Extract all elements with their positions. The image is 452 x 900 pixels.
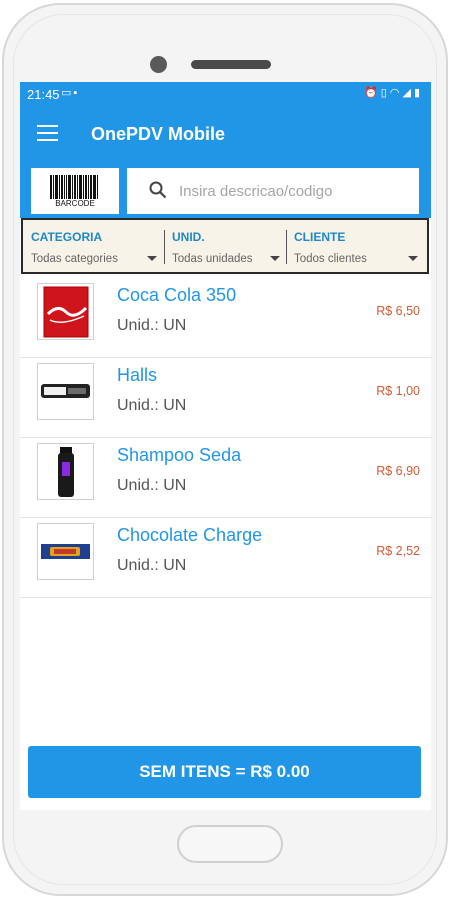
notification-icons: ▭▪: [61, 86, 79, 99]
status-bar: 21:45 ▭▪ ⏰▯◠◢▮: [20, 82, 431, 108]
home-button[interactable]: [177, 825, 283, 863]
coca-cola-can-icon: [37, 283, 94, 340]
signal-icon: ◢: [402, 87, 414, 99]
app-bar: OnePDV Mobile: [20, 108, 431, 164]
filter-unit-value: Todas unidades: [172, 253, 253, 265]
vibrate-icon: ▯: [380, 87, 390, 99]
halls-pack-icon: [37, 363, 94, 420]
product-unit: Unid.: UN: [117, 317, 187, 334]
filter-unit[interactable]: UNID. Todas unidades: [164, 220, 286, 272]
laptop-icon: ▭: [61, 87, 74, 99]
filter-category[interactable]: CATEGORIA Todas categories: [23, 220, 163, 272]
system-icons: ⏰▯◠◢▮: [364, 86, 423, 99]
filter-client[interactable]: CLIENTE Todos clientes: [286, 220, 427, 272]
product-row-halls[interactable]: Halls Unid.: UN R$ 1,00: [20, 358, 431, 438]
status-time: 21:45: [27, 87, 60, 102]
search-input[interactable]: [179, 179, 411, 203]
chevron-down-icon: [270, 256, 280, 261]
product-unit: Unid.: UN: [117, 557, 187, 574]
app-screen: 21:45 ▭▪ ⏰▯◠◢▮ OnePDV Mobile BARCODE Ins…: [20, 82, 431, 810]
filter-category-label: CATEGORIA: [31, 230, 103, 244]
barcode-label: BARCODE: [55, 199, 95, 208]
cart-total-button[interactable]: SEM ITENS = R$ 0.00: [28, 746, 421, 798]
product-unit: Unid.: UN: [117, 477, 187, 494]
chevron-down-icon: [147, 256, 157, 261]
app-title: OnePDV Mobile: [91, 124, 226, 144]
chevron-down-icon: [408, 256, 418, 261]
product-row-chocolate[interactable]: Chocolate Charge Unid.: UN R$ 2,52: [20, 518, 431, 598]
product-list: Coca Cola 350 Unid.: UN R$ 6,50 Halls Un…: [20, 278, 431, 598]
filters-bar: CATEGORIA Todas categories UNID. Todas u…: [21, 218, 429, 274]
product-price: R$ 6,50: [376, 304, 420, 318]
product-name: Halls: [117, 365, 158, 385]
filter-client-value: Todos clientes: [294, 253, 367, 265]
product-name: Chocolate Charge: [117, 525, 263, 545]
shampoo-bottle-icon: [37, 443, 94, 500]
product-price: R$ 2,52: [376, 544, 420, 558]
product-name: Coca Cola 350: [117, 285, 237, 305]
product-unit: Unid.: UN: [117, 397, 187, 414]
chocolate-bar-icon: [37, 523, 94, 580]
hamburger-menu-icon[interactable]: [37, 125, 58, 141]
search-icon: [149, 181, 167, 199]
barcode-scan-button[interactable]: BARCODE: [31, 168, 119, 214]
product-row-shampoo[interactable]: Shampoo Seda Unid.: UN R$ 6,90: [20, 438, 431, 518]
sim-icon: ▪: [73, 87, 80, 99]
filter-category-value: Todas categories: [31, 253, 118, 265]
barcode-icon: [50, 175, 100, 199]
wifi-icon: ◠: [389, 87, 403, 99]
alarm-icon: ⏰: [364, 87, 381, 99]
product-price: R$ 1,00: [376, 384, 420, 398]
filter-unit-label: UNID.: [172, 230, 205, 244]
earpiece-speaker: [191, 60, 271, 69]
battery-icon: ▮: [413, 87, 423, 99]
front-camera: [150, 56, 167, 73]
product-row-coca-cola[interactable]: Coca Cola 350 Unid.: UN R$ 6,50: [20, 278, 431, 358]
product-name: Shampoo Seda: [117, 445, 242, 465]
search-row: BARCODE: [20, 164, 431, 218]
product-price: R$ 6,90: [376, 464, 420, 478]
search-box[interactable]: [127, 168, 419, 214]
filter-client-label: CLIENTE: [294, 230, 346, 244]
